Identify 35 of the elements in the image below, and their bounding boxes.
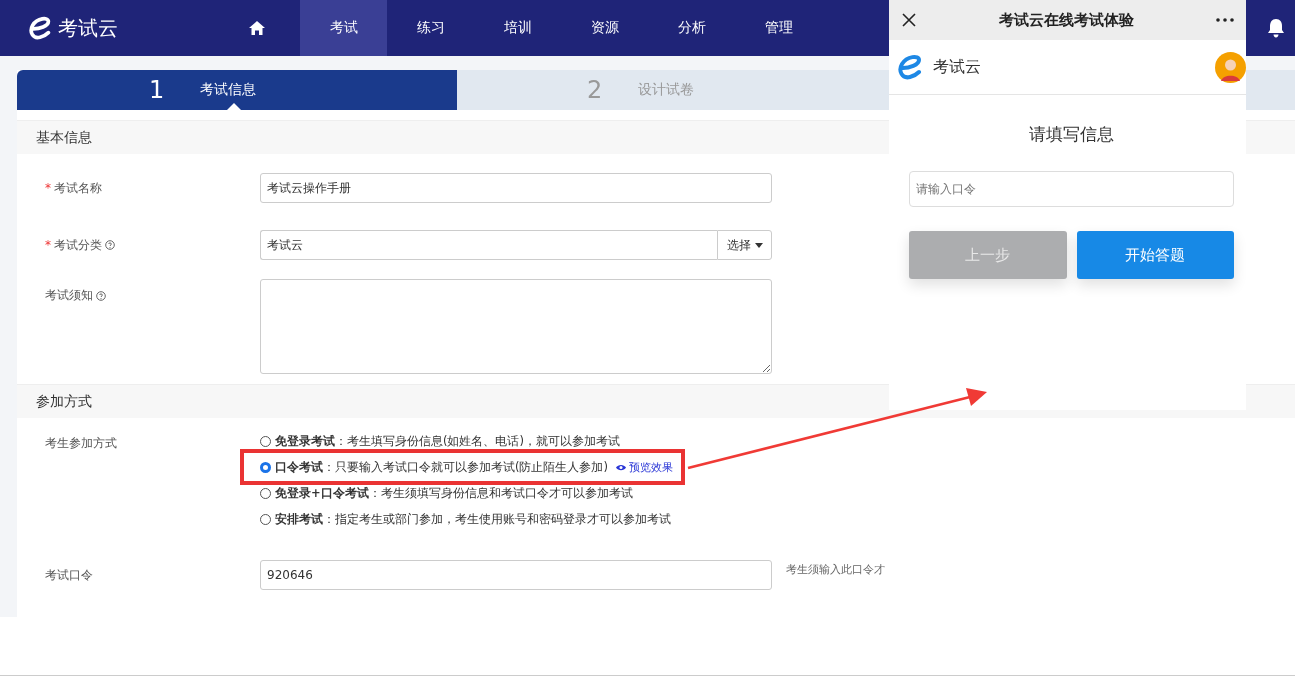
nav-tab[interactable]: 资源 <box>561 0 648 56</box>
field-label: 考试分类 <box>54 236 102 254</box>
required-mark: * <box>45 181 51 195</box>
option-label: 免登录+口令考试：考生须填写身份信息和考试口令才可以参加考试 <box>275 485 633 501</box>
brand-name: 考试云 <box>58 14 118 42</box>
nav-tab[interactable]: 培训 <box>474 0 561 56</box>
option-label: 免登录考试：考生填写身份信息(如姓名、电话)，就可以参加考试 <box>275 433 620 449</box>
nav-tab[interactable]: 分析 <box>648 0 735 56</box>
step-number: 1 <box>149 76 165 104</box>
nav-tab[interactable]: 考试 <box>300 0 387 56</box>
step-tab[interactable]: 1 考试信息 <box>17 70 457 110</box>
preview-title: 考试云在线考试体验 <box>998 10 1134 30</box>
option-label: 口令考试：只要输入考试口令就可以参加考试(防止陌生人参加) <box>275 459 608 475</box>
required-mark: * <box>45 238 51 252</box>
step-number: 2 <box>587 76 603 104</box>
start-button[interactable]: 开始答题 <box>1076 231 1234 279</box>
password-input[interactable]: 请输入口令 <box>909 171 1234 207</box>
section-title: 基本信息 <box>36 128 92 147</box>
form-heading: 请填写信息 <box>1028 123 1115 146</box>
nav-tab[interactable]: 管理 <box>735 0 822 56</box>
step-label: 考试信息 <box>200 81 257 99</box>
preview-link[interactable]: 预览效果 <box>616 459 673 475</box>
select-button[interactable]: 选择 <box>717 230 772 260</box>
category-field[interactable]: 考试云 <box>260 230 717 260</box>
section-title: 参加方式 <box>36 392 92 411</box>
option-label: 安排考试：指定考生或部门参加，考生使用账号和密码登录才可以参加考试 <box>275 511 671 527</box>
field-label: 考生参加方式 <box>45 435 117 452</box>
step-label: 设计试卷 <box>638 81 695 99</box>
field-label: 考试须知 <box>45 287 93 304</box>
exam-name-field[interactable]: 考试云操作手册 <box>260 173 772 203</box>
field-label: 考试口令 <box>45 566 93 584</box>
field-label: 考试名称 <box>54 179 102 197</box>
password-field[interactable]: 920646 <box>260 560 772 590</box>
nav-tab[interactable]: 练习 <box>387 0 474 56</box>
field-hint: 考生须输入此口令才 <box>786 562 885 577</box>
